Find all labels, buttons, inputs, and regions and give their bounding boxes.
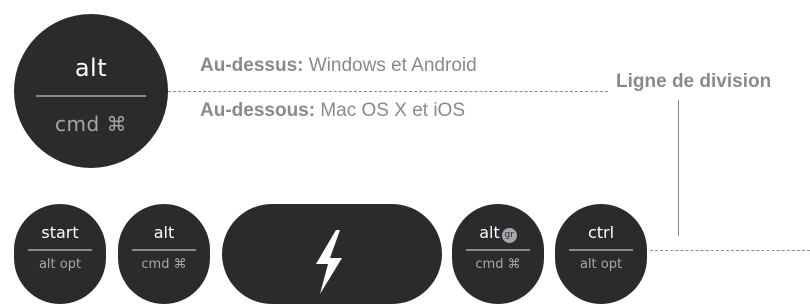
- below-label-text: Mac OS X et iOS: [315, 100, 466, 121]
- big-key-divider: [36, 95, 146, 97]
- below-label-bold: Au-dessous:: [200, 100, 316, 121]
- division-connector-line: [678, 100, 679, 236]
- above-label-text: Windows et Android: [303, 55, 477, 76]
- key-alt-cmd: alt cmd ⌘: [118, 204, 210, 304]
- key-divider: [132, 249, 196, 251]
- big-alt-cmd-key: alt cmd ⌘: [14, 14, 168, 168]
- above-label: Au-dessus: Windows et Android: [200, 55, 477, 77]
- key-top-label: alt gr: [452, 223, 544, 243]
- space-key: [222, 204, 442, 304]
- key-top-text: alt: [479, 223, 500, 242]
- big-key-top-label: alt: [74, 54, 108, 82]
- key-top-label: alt: [153, 223, 175, 242]
- key-bottom-label: cmd ⌘: [475, 257, 521, 272]
- key-top-label: start: [41, 223, 79, 242]
- key-start-altopt: start alt opt: [14, 204, 106, 304]
- below-label: Au-dessous: Mac OS X et iOS: [200, 100, 465, 122]
- key-altgr-cmd: alt gr cmd ⌘: [452, 204, 544, 304]
- key-bottom-label: cmd ⌘: [141, 257, 187, 272]
- key-top-label: ctrl: [587, 223, 615, 242]
- key-divider: [466, 249, 530, 251]
- division-dashed-line-lower: [650, 250, 810, 251]
- above-label-bold: Au-dessus:: [200, 55, 304, 76]
- division-dashed-line-upper: [168, 91, 608, 92]
- key-divider: [569, 249, 633, 251]
- key-ctrl-altopt: ctrl alt opt: [555, 204, 647, 304]
- key-bottom-label: alt opt: [579, 257, 623, 272]
- lightning-bolt-icon: [316, 230, 342, 294]
- big-key-bottom-label: cmd ⌘: [54, 112, 128, 136]
- key-divider: [28, 249, 92, 251]
- altgr-badge: gr: [501, 228, 517, 243]
- division-line-label: Ligne de division: [616, 71, 772, 92]
- key-bottom-label: alt opt: [38, 257, 82, 272]
